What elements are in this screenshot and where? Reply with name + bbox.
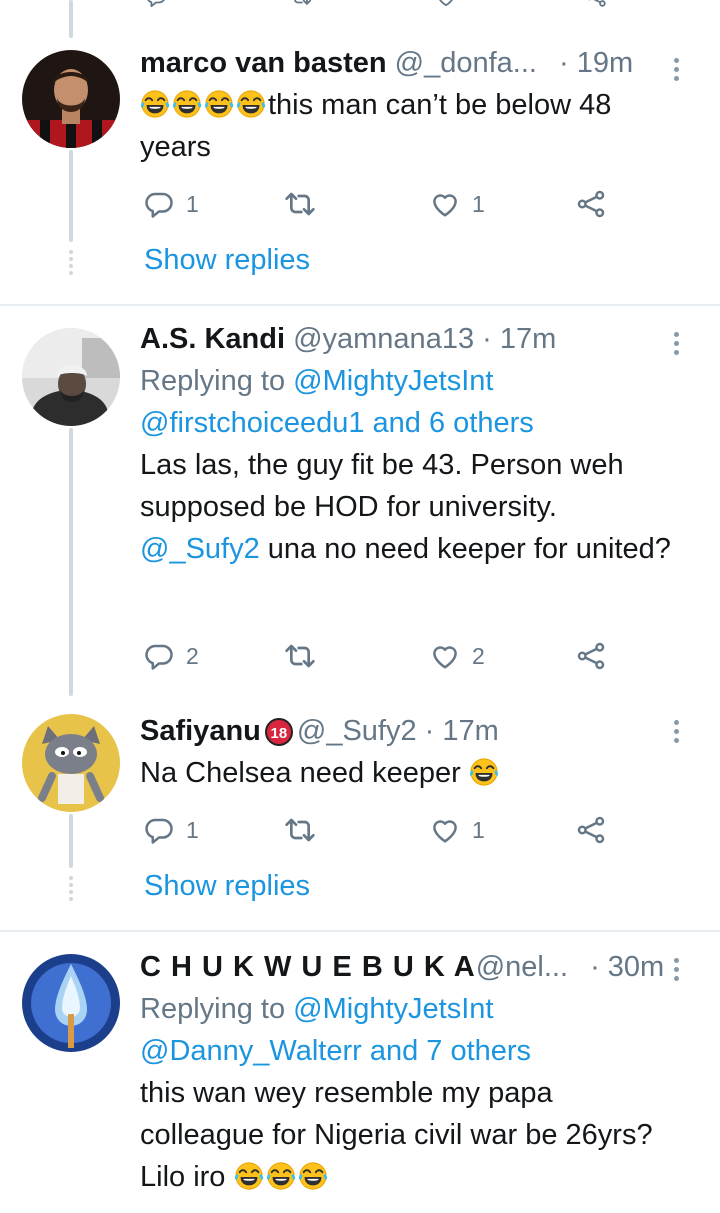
thread-dots [68,876,74,904]
share-button[interactable] [576,640,618,672]
display-name[interactable]: A.S. Kandi [140,323,285,355]
more-options-icon[interactable] [672,58,680,85]
display-name[interactable]: marco van basten [140,47,387,79]
joy-emoji-icon [204,89,234,119]
like-icon[interactable] [435,0,457,8]
like-icon [430,641,460,671]
timestamp[interactable]: · 30m [590,951,664,983]
footballer-avatar-icon [22,50,120,148]
user-handle[interactable]: @nel... [476,951,568,983]
tweet-text-content: this wan wey resemble my papa colleague … [140,1077,653,1193]
like-count: 1 [472,816,485,843]
replying-to-others-link[interactable]: @Danny_Walterr and 7 others [140,1035,531,1067]
thread-line [69,0,73,38]
replying-to-others-link[interactable]: @firstchoiceedu1 and 6 others [140,407,534,439]
joy-emoji-icon [234,1161,264,1191]
retweet-button[interactable] [284,640,328,672]
tweet-text: this man can’t be below 48 years [140,84,680,168]
replying-to-user-link[interactable]: @MightyJetsInt [293,365,493,397]
reply-icon [144,641,174,671]
like-button[interactable]: 2 [430,640,485,672]
man-portrait-avatar-icon [22,328,120,426]
reply-count: 1 [186,816,199,843]
share-icon [576,815,606,845]
joy-emoji-icon [298,1161,328,1191]
tweet-text-content: Na Chelsea need keeper [140,757,461,789]
avatar[interactable] [22,954,120,1052]
replying-to: Replying to @MightyJetsInt @firstchoiceed… [140,360,680,444]
cartoon-cat-avatar-icon [22,714,120,812]
reply-button[interactable]: 1 [144,188,199,220]
joy-emoji-icon [236,89,266,119]
reply-icon[interactable] [145,0,167,8]
reply-button[interactable]: 2 [144,640,199,672]
like-count: 2 [472,642,485,669]
tweet-actions: 1 1 [144,188,624,220]
avatar[interactable] [22,50,120,148]
joy-emoji-icon [140,89,170,119]
more-options-icon[interactable] [672,332,680,359]
tweet-actions: 1 1 [144,814,624,846]
share-icon [576,641,606,671]
share-icon [576,189,606,219]
thread-line [69,428,73,696]
reply-icon [144,815,174,845]
tweet-text: Na Chelsea need keeper [140,752,680,794]
display-name[interactable]: Safiyanu [140,715,261,747]
thread-dots [68,250,74,278]
share-button[interactable] [576,188,618,220]
divider [0,304,720,306]
share-icon[interactable] [585,0,607,8]
retweet-icon [284,640,316,672]
show-replies-link[interactable]: Show replies [144,244,310,277]
mention-link[interactable]: @_Sufy2 [140,533,260,565]
share-button[interactable] [576,814,618,846]
like-button[interactable]: 1 [430,188,485,220]
user-handle[interactable]: @_donfa... [395,47,537,79]
like-button[interactable]: 1 [430,814,485,846]
tweet-text: this wan wey resemble my papa colleague … [140,1072,680,1198]
timestamp[interactable]: · 17m [425,715,499,747]
retweet-icon[interactable] [290,0,312,8]
retweet-button[interactable] [284,188,328,220]
tweet-actions: 2 2 [144,640,624,672]
replying-to: Replying to @MightyJetsInt @Danny_Walterr… [140,988,680,1072]
avatar[interactable] [22,328,120,426]
tweet-text: Las las, the guy fit be 43. Person weh s… [140,444,680,570]
show-replies-link[interactable]: Show replies [144,870,310,903]
joy-emoji-icon [469,757,499,787]
retweet-button[interactable] [284,814,328,846]
reply-button[interactable]: 1 [144,814,199,846]
replying-to-prefix: Replying to [140,365,294,397]
thread-line [69,150,73,242]
divider [0,930,720,932]
more-options-icon[interactable] [672,958,680,985]
tweet-text-content: Las las, the guy fit be 43. Person weh s… [140,449,624,523]
reply-count: 2 [186,642,199,669]
thread-line [69,814,73,868]
joy-emoji-icon [172,89,202,119]
like-count: 1 [472,190,485,217]
tweet-text-content: una no need keeper for united? [259,533,671,565]
reply-count: 1 [186,190,199,217]
display-name[interactable]: C H U K W U E B U K A [140,951,476,983]
user-handle[interactable]: @_Sufy2 [297,715,417,747]
timestamp[interactable]: · 17m [482,323,556,355]
water-splash-avatar-icon [22,954,120,1052]
user-handle[interactable]: @yamnana13 [293,323,474,355]
retweet-icon [284,188,316,220]
replying-to-user-link[interactable]: @MightyJetsInt [293,993,493,1025]
replying-to-prefix: Replying to [140,993,294,1025]
more-options-icon[interactable] [672,720,680,747]
retweet-icon [284,814,316,846]
age-18-badge-icon: 18 [264,718,293,746]
previous-tweet-actions [145,0,605,8]
avatar[interactable] [22,714,120,812]
joy-emoji-icon [266,1161,296,1191]
reply-icon [144,189,174,219]
timestamp[interactable]: · 19m [559,47,633,79]
like-icon [430,815,460,845]
like-icon [430,189,460,219]
